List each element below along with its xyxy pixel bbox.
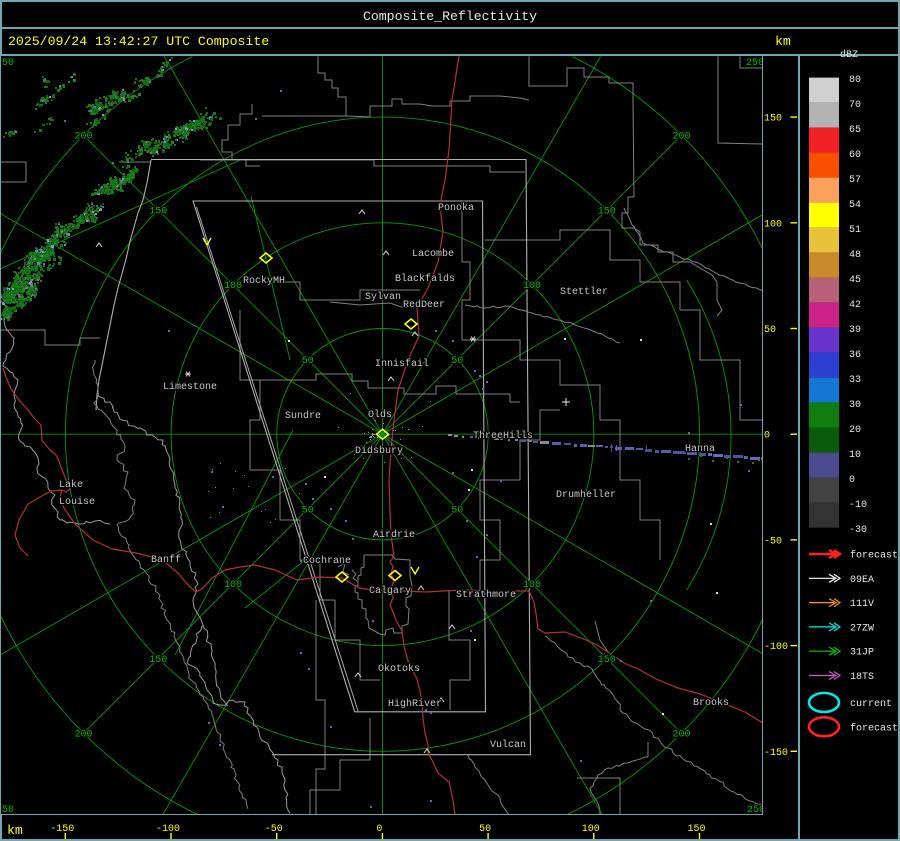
svg-text:31JP: 31JP	[850, 648, 874, 659]
svg-text:0: 0	[764, 431, 770, 442]
svg-text:-100: -100	[156, 824, 180, 835]
svg-text:51: 51	[849, 225, 861, 236]
svg-text:-50: -50	[764, 536, 782, 547]
svg-text:39: 39	[849, 325, 861, 336]
svg-text:forecast: forecast	[850, 550, 898, 562]
svg-text:50: 50	[764, 325, 776, 336]
svg-text:150: 150	[687, 824, 705, 835]
svg-text:150: 150	[764, 114, 782, 125]
svg-text:100: 100	[582, 824, 600, 835]
svg-text:forecast: forecast	[850, 722, 898, 734]
svg-text:33: 33	[849, 375, 861, 386]
svg-text:km: km	[7, 823, 23, 838]
svg-text:18TS: 18TS	[850, 672, 874, 683]
svg-text:42: 42	[849, 300, 861, 311]
svg-text:65: 65	[849, 125, 861, 136]
svg-text:50: 50	[479, 824, 491, 835]
svg-text:20: 20	[849, 425, 861, 436]
svg-text:70: 70	[849, 100, 861, 111]
svg-text:80: 80	[849, 75, 861, 86]
svg-text:09EA: 09EA	[850, 575, 874, 586]
svg-text:0: 0	[376, 824, 382, 835]
svg-text:45: 45	[849, 275, 861, 286]
svg-text:60: 60	[849, 150, 861, 161]
svg-text:-150: -150	[764, 748, 788, 759]
svg-text:-50: -50	[265, 824, 283, 835]
svg-text:36: 36	[849, 350, 861, 361]
svg-text:10: 10	[849, 450, 861, 461]
svg-text:30: 30	[849, 400, 861, 411]
svg-text:-150: -150	[50, 824, 74, 835]
svg-text:54: 54	[849, 200, 861, 211]
svg-text:km: km	[775, 34, 791, 49]
svg-text:57: 57	[849, 175, 861, 186]
svg-text:-10: -10	[849, 500, 867, 511]
svg-text:48: 48	[849, 250, 861, 261]
svg-text:111V: 111V	[850, 599, 874, 610]
svg-text:current: current	[850, 699, 892, 710]
svg-text:-30: -30	[849, 525, 867, 536]
svg-text:-100: -100	[764, 642, 788, 653]
svg-text:dBZ: dBZ	[840, 49, 858, 61]
svg-text:100: 100	[764, 219, 782, 230]
svg-text:0: 0	[849, 475, 855, 486]
svg-text:27ZW: 27ZW	[850, 623, 874, 634]
